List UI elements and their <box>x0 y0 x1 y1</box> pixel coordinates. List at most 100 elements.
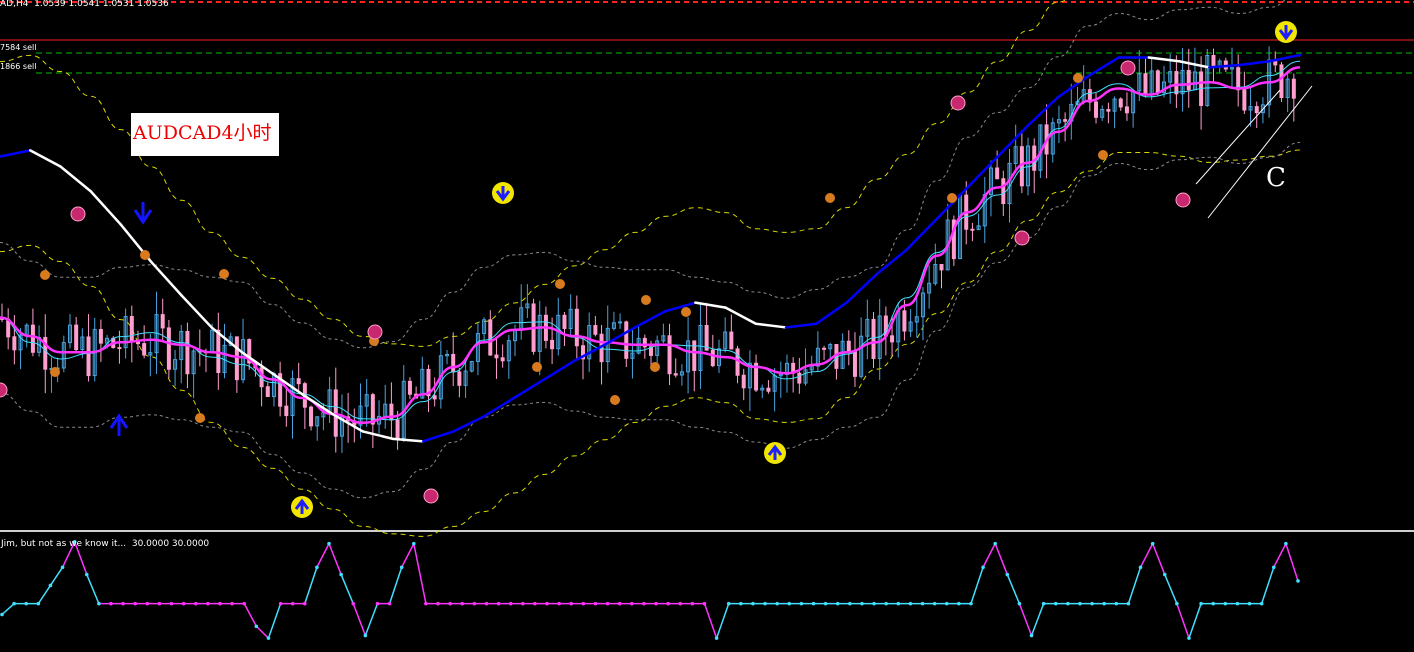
oscillator-point <box>1284 541 1288 546</box>
oscillator-point <box>24 601 29 606</box>
symbol-header: AD,H4 1.0539 1.0541 1.0531 1.0536 <box>0 0 169 9</box>
oscillator-point <box>811 601 816 606</box>
oscillator-point <box>460 601 465 606</box>
slow-moving-average-segment <box>966 155 999 189</box>
candle-body <box>890 335 895 343</box>
oscillator-segment <box>1151 543 1166 575</box>
candle-body <box>185 331 190 375</box>
oscillator-point <box>0 612 4 617</box>
signal-dot-icon <box>1073 73 1083 83</box>
oscillator-point <box>327 541 331 546</box>
reversal-marker-icon <box>70 206 86 222</box>
oscillator-segment <box>1273 543 1287 568</box>
candle-body <box>265 386 270 397</box>
candle-body <box>370 394 375 425</box>
candle-body <box>766 387 771 392</box>
candle-body <box>618 321 623 324</box>
oscillator-point <box>872 601 876 606</box>
signal-dot-icon <box>825 193 835 203</box>
signal-dot-icon <box>610 395 620 405</box>
oscillator-point <box>1102 601 1107 606</box>
oscillator-point <box>1126 601 1131 606</box>
oscillator-point <box>315 565 319 570</box>
slow-moving-average-segment <box>663 301 697 313</box>
candle-body <box>494 354 499 359</box>
candle-body <box>1063 119 1068 122</box>
slow-moving-average-segment <box>784 322 818 329</box>
oscillator-point <box>60 565 65 570</box>
oscillator-point <box>121 601 125 606</box>
chart-canvas[interactable]: C <box>0 0 1414 648</box>
oscillator-segment <box>340 574 354 604</box>
oscillator-segment <box>352 603 367 636</box>
oscillator-segment <box>994 543 1009 575</box>
candle-body <box>451 353 456 373</box>
oscillator-point <box>351 601 356 606</box>
oscillator-point <box>48 583 53 588</box>
candle-body <box>30 324 35 353</box>
oscillator-point <box>1271 565 1276 570</box>
oscillator-point <box>920 601 925 606</box>
oscillator-point <box>436 601 440 606</box>
candle-body <box>1242 89 1247 111</box>
candle-body <box>667 335 672 375</box>
oscillator-segment <box>364 603 379 636</box>
oscillator-segment <box>715 603 730 639</box>
signal-dot-icon <box>532 362 542 372</box>
oscillator-point <box>763 601 767 606</box>
candle-body <box>142 343 147 356</box>
oscillator-point <box>1211 601 1216 606</box>
oscillator-segment <box>304 567 318 604</box>
candle-body <box>593 325 598 335</box>
slow-moving-average-segment <box>482 396 516 418</box>
candle-body <box>624 321 629 359</box>
level-label-2: 1866 sell <box>0 62 37 71</box>
oscillator-point <box>860 601 864 606</box>
down-arrow-icon <box>133 202 153 225</box>
level-label-1: 7584 sell <box>0 43 37 52</box>
candle-body <box>741 374 746 389</box>
candle-body <box>1118 98 1123 108</box>
slow-moving-average-segment <box>59 165 92 193</box>
candle-body <box>852 351 857 377</box>
slow-moving-average-segment <box>815 301 848 325</box>
oscillator-point <box>339 572 343 577</box>
candle-body <box>500 357 505 362</box>
candle-body <box>129 316 134 343</box>
oscillator-point <box>399 565 404 570</box>
slow-moving-average-segment <box>180 293 213 329</box>
oscillator-point <box>593 601 598 606</box>
oscillator-point <box>1138 565 1143 570</box>
oscillator-point <box>884 601 888 606</box>
oscillator-point <box>12 601 16 606</box>
oscillator-segment <box>401 543 415 568</box>
oscillator-point <box>448 601 452 606</box>
oscillator-point <box>266 636 271 640</box>
price-chart[interactable]: C AD,H4 1.0539 1.0541 1.0531 1.0536 7584… <box>0 0 1414 648</box>
candle-body <box>395 419 400 439</box>
oscillator-segment <box>1176 603 1190 639</box>
oscillator-point <box>230 601 234 606</box>
oscillator-segment <box>1127 567 1142 604</box>
oscillator-point <box>751 601 755 606</box>
candle-body <box>1124 106 1129 114</box>
oscillator-point <box>1114 601 1119 606</box>
oscillator-point <box>981 565 985 570</box>
oscillator-point <box>1053 601 1058 606</box>
oscillator-point <box>472 601 477 606</box>
oscillator-point <box>97 601 101 606</box>
slow-moving-average-segment <box>905 217 939 251</box>
oscillator-point <box>1041 601 1046 606</box>
oscillator-segment <box>255 625 269 639</box>
oscillator-point <box>581 601 586 606</box>
oscillator-point <box>957 601 961 606</box>
oscillator-segment <box>243 603 258 627</box>
slow-moving-average-segment <box>0 149 32 158</box>
oscillator-point <box>375 601 380 606</box>
oscillator-point <box>1078 601 1082 606</box>
reversal-marker-icon <box>1014 230 1030 246</box>
oscillator-point <box>363 633 368 638</box>
slow-moving-average-segment <box>1177 59 1211 69</box>
oscillator-point <box>1090 601 1094 606</box>
oscillator-point <box>484 601 489 606</box>
